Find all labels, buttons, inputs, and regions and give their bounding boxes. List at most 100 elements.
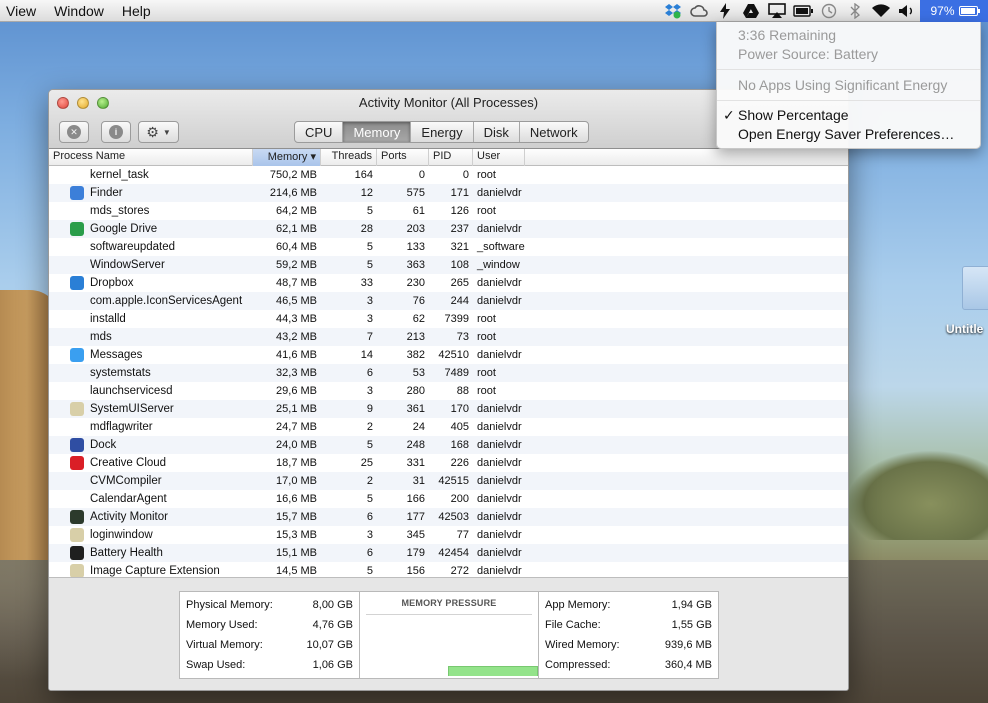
battery-health-icon[interactable]: [790, 0, 816, 22]
process-name-cell: systemstats: [49, 366, 253, 380]
table-row[interactable]: kernel_task 750,2 MB 164 0 0 root: [49, 166, 848, 184]
table-row[interactable]: Image Capture Extension 14,5 MB 5 156 272 dan…: [49, 562, 848, 577]
table-row[interactable]: WindowServer 59,2 MB 5 363 108 _window: [49, 256, 848, 274]
threads-cell: 7: [366, 331, 373, 343]
column-pid[interactable]: PID: [429, 149, 473, 166]
memory-stat-value: 10,07 GB: [306, 639, 353, 651]
volume-icon[interactable]: [894, 0, 920, 22]
pid-cell: 88: [456, 385, 469, 397]
user-cell: root: [477, 367, 496, 379]
column-memory[interactable]: Memory ▾: [253, 149, 321, 166]
table-row[interactable]: Messages 41,6 MB 14 382 42510 danielvdr: [49, 346, 848, 364]
tab-network[interactable]: Network: [520, 122, 588, 142]
table-row[interactable]: Dropbox 48,7 MB 33 230 265 danielvdr: [49, 274, 848, 292]
column-ports[interactable]: Ports: [377, 149, 429, 166]
menu-view[interactable]: View: [0, 3, 45, 19]
memory-cell: 24,7 MB: [276, 421, 317, 433]
table-row[interactable]: Creative Cloud 18,7 MB 25 331 226 danielvdr: [49, 454, 848, 472]
desktop-folder[interactable]: Untitle: [946, 262, 988, 342]
memory-cell: 59,2 MB: [276, 259, 317, 271]
threads-cell: 2: [366, 421, 373, 433]
table-row[interactable]: launchservicesd 29,6 MB 3 280 88 root: [49, 382, 848, 400]
column-process-name[interactable]: Process Name: [49, 149, 253, 166]
system-ui-server-icon: [70, 402, 84, 416]
blank-icon: [70, 384, 84, 398]
loginwindow-icon: [70, 528, 84, 542]
table-row[interactable]: SystemUIServer 25,1 MB 9 361 170 danielvdr: [49, 400, 848, 418]
table-row[interactable]: Activity Monitor 15,7 MB 6 177 42503 danielvd…: [49, 508, 848, 526]
creative-cloud-icon[interactable]: [686, 0, 712, 22]
ports-cell: 177: [406, 511, 425, 523]
action-menu-button[interactable]: ⚙ ▼: [138, 121, 179, 143]
process-name-cell: Image Capture Extension: [49, 564, 253, 577]
memory-stat-row: Compressed: 360,4 MB: [545, 655, 712, 675]
menu-help[interactable]: Help: [113, 3, 160, 19]
threads-cell: 3: [366, 313, 373, 325]
process-name-cell: Messages: [49, 348, 253, 362]
threads-cell: 5: [366, 565, 373, 577]
table-row[interactable]: Google Drive 62,1 MB 28 203 237 danielvdr: [49, 220, 848, 238]
process-name: com.apple.IconServicesAgent: [90, 295, 243, 307]
show-percentage-item[interactable]: ✓ Show Percentage: [717, 106, 980, 125]
user-cell: _window: [477, 259, 520, 271]
google-drive-icon[interactable]: [738, 0, 764, 22]
battery-health-icon: [70, 546, 84, 560]
inspect-process-button[interactable]: i: [101, 121, 131, 143]
battery-power-source: Power Source: Battery: [738, 46, 879, 62]
tab-memory[interactable]: Memory: [343, 122, 412, 142]
memory-cell: 48,7 MB: [276, 277, 317, 289]
pid-cell: 42454: [438, 547, 469, 559]
tab-energy[interactable]: Energy: [411, 122, 474, 142]
ports-cell: 575: [406, 187, 425, 199]
user-cell: danielvdr: [477, 493, 522, 505]
battery-menu: 3:36 Remaining Power Source: Battery No …: [716, 22, 981, 149]
memory-stat-label: Physical Memory:: [186, 599, 273, 611]
table-row[interactable]: mds 43,2 MB 7 213 73 root: [49, 328, 848, 346]
table-row[interactable]: CalendarAgent 16,6 MB 5 166 200 danielvdr: [49, 490, 848, 508]
table-row[interactable]: installd 44,3 MB 3 62 7399 root: [49, 310, 848, 328]
tab-bar: CPU Memory Energy Disk Network: [294, 121, 589, 143]
airplay-icon[interactable]: [764, 0, 790, 22]
memory-cell: 18,7 MB: [276, 457, 317, 469]
dropbox-icon: [70, 276, 84, 290]
time-machine-icon[interactable]: [816, 0, 842, 22]
table-row[interactable]: CVMCompiler 17,0 MB 2 31 42515 danielvdr: [49, 472, 848, 490]
dropbox-icon[interactable]: [660, 0, 686, 22]
quit-process-button[interactable]: ✕: [59, 121, 89, 143]
user-cell: danielvdr: [477, 511, 522, 523]
column-threads[interactable]: Threads: [321, 149, 377, 166]
table-row[interactable]: softwareupdated 60,4 MB 5 133 321 _software: [49, 238, 848, 256]
finder-icon: [70, 186, 84, 200]
bolt-icon[interactable]: [712, 0, 738, 22]
memory-stat-row: Swap Used: 1,06 GB: [186, 655, 353, 675]
user-cell: danielvdr: [477, 565, 522, 577]
menu-window[interactable]: Window: [45, 3, 113, 19]
table-row[interactable]: Battery Health 15,1 MB 6 179 42454 danielvdr: [49, 544, 848, 562]
memory-cell: 46,5 MB: [276, 295, 317, 307]
tab-cpu[interactable]: CPU: [295, 122, 344, 142]
column-user[interactable]: User: [473, 149, 525, 166]
memory-cell: 64,2 MB: [276, 205, 317, 217]
open-energy-saver-item[interactable]: Open Energy Saver Preferences…: [717, 125, 980, 144]
threads-cell: 6: [366, 511, 373, 523]
threads-cell: 5: [366, 439, 373, 451]
status-area: 97%: [660, 0, 988, 22]
pid-cell: 226: [450, 457, 469, 469]
battery-status-item[interactable]: 97%: [920, 0, 988, 22]
gear-icon: ⚙: [146, 123, 159, 140]
table-row[interactable]: mds_stores 64,2 MB 5 61 126 root: [49, 202, 848, 220]
table-row[interactable]: mdflagwriter 24,7 MB 2 24 405 danielvdr: [49, 418, 848, 436]
wifi-icon[interactable]: [868, 0, 894, 22]
user-cell: danielvdr: [477, 439, 522, 451]
dock-icon: [70, 438, 84, 452]
process-name: CalendarAgent: [90, 493, 167, 505]
table-row[interactable]: systemstats 32,3 MB 6 53 7489 root: [49, 364, 848, 382]
tab-disk[interactable]: Disk: [474, 122, 520, 142]
table-row[interactable]: Dock 24,0 MB 5 248 168 danielvdr: [49, 436, 848, 454]
table-row[interactable]: com.apple.IconServicesAgent 46,5 MB 3 76 244…: [49, 292, 848, 310]
ports-cell: 166: [406, 493, 425, 505]
table-row[interactable]: loginwindow 15,3 MB 3 345 77 danielvdr: [49, 526, 848, 544]
memory-stat-row: Virtual Memory: 10,07 GB: [186, 635, 353, 655]
bluetooth-icon[interactable]: [842, 0, 868, 22]
table-row[interactable]: Finder 214,6 MB 12 575 171 danielvdr: [49, 184, 848, 202]
